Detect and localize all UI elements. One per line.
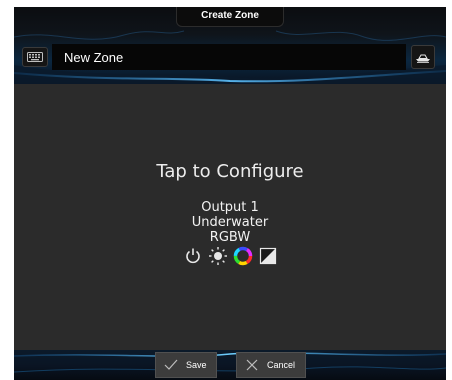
x-icon: [243, 357, 261, 373]
save-button[interactable]: Save: [155, 352, 217, 378]
create-zone-screen: Create Zone New Zone Tap to Configure Ou…: [14, 7, 446, 380]
capability-icons: [110, 245, 350, 267]
keyboard-icon: [27, 52, 43, 62]
footer-wave-decoration: [14, 352, 446, 373]
boat-button[interactable]: [411, 45, 435, 69]
tap-to-configure-label: Tap to Configure: [156, 161, 304, 182]
save-label: Save: [186, 360, 207, 370]
color-wheel-icon: [233, 246, 253, 266]
brightness-icon: [208, 246, 228, 266]
output-type: RGBW: [209, 230, 251, 245]
boat-icon: [416, 54, 430, 63]
header-bar: Create Zone: [14, 7, 446, 84]
main-content: Tap to Configure Output 1 Underwater RGB…: [14, 84, 446, 350]
output-name: Output 1: [201, 200, 259, 215]
footer-bar: Save Cancel: [14, 350, 446, 380]
output-location: Underwater: [191, 215, 269, 230]
cancel-label: Cancel: [267, 360, 296, 370]
white-balance-icon: [258, 246, 278, 266]
keyboard-button[interactable]: [22, 47, 48, 67]
power-icon: [183, 246, 203, 266]
zone-name-input[interactable]: [52, 44, 406, 70]
configure-output-area[interactable]: Tap to Configure Output 1 Underwater RGB…: [110, 154, 350, 284]
cancel-button[interactable]: Cancel: [236, 352, 306, 378]
page-title: Create Zone: [201, 10, 259, 21]
checkmark-icon: [162, 357, 180, 373]
